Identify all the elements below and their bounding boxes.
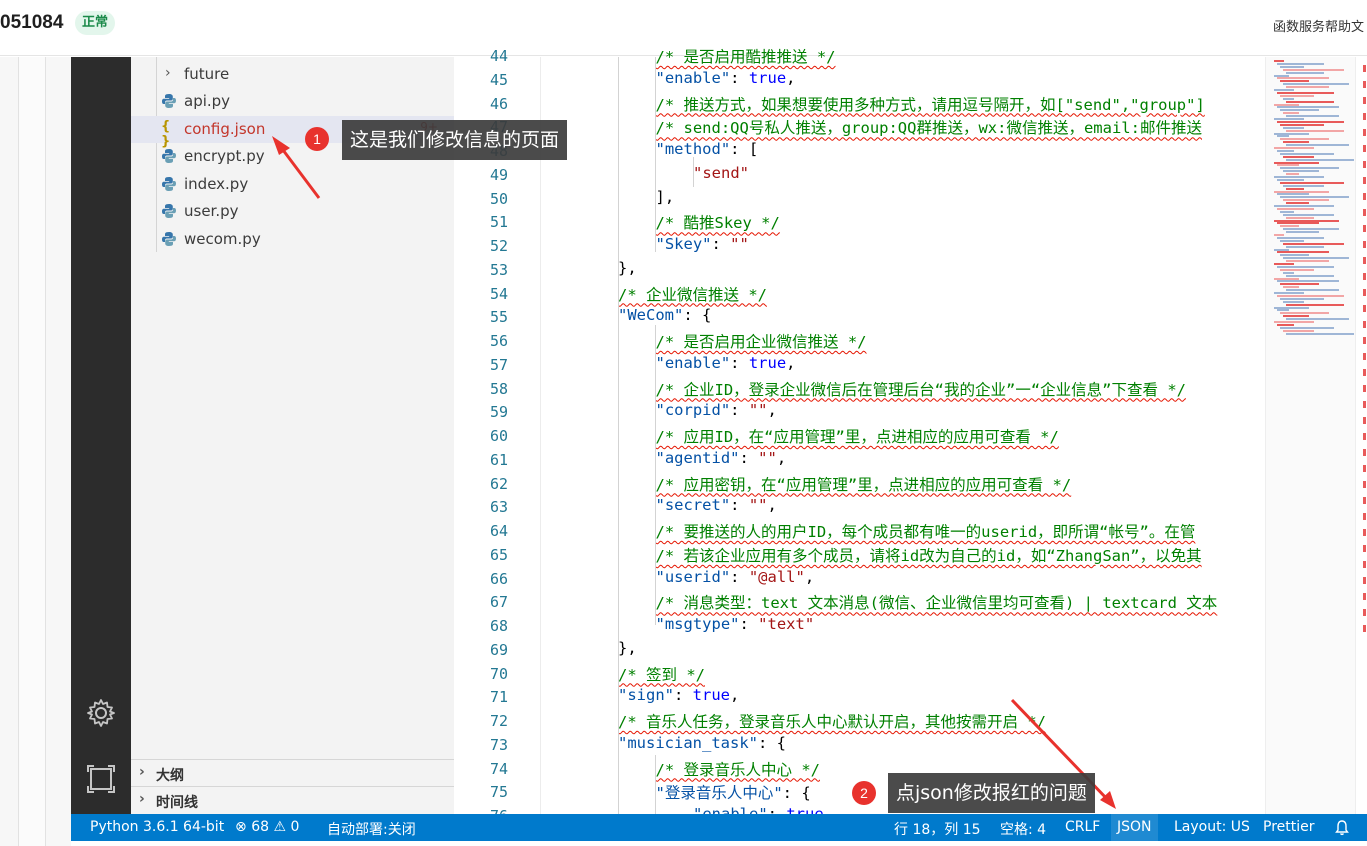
annotation-arrows: [272, 136, 1116, 809]
annotation-callout-2: 点json修改报红的问题: [888, 773, 1095, 813]
annotation-number-2: 2: [852, 781, 876, 805]
annotation-number-1: 1: [305, 127, 329, 151]
annotation-callout-1: 这是我们修改信息的页面: [342, 120, 568, 160]
